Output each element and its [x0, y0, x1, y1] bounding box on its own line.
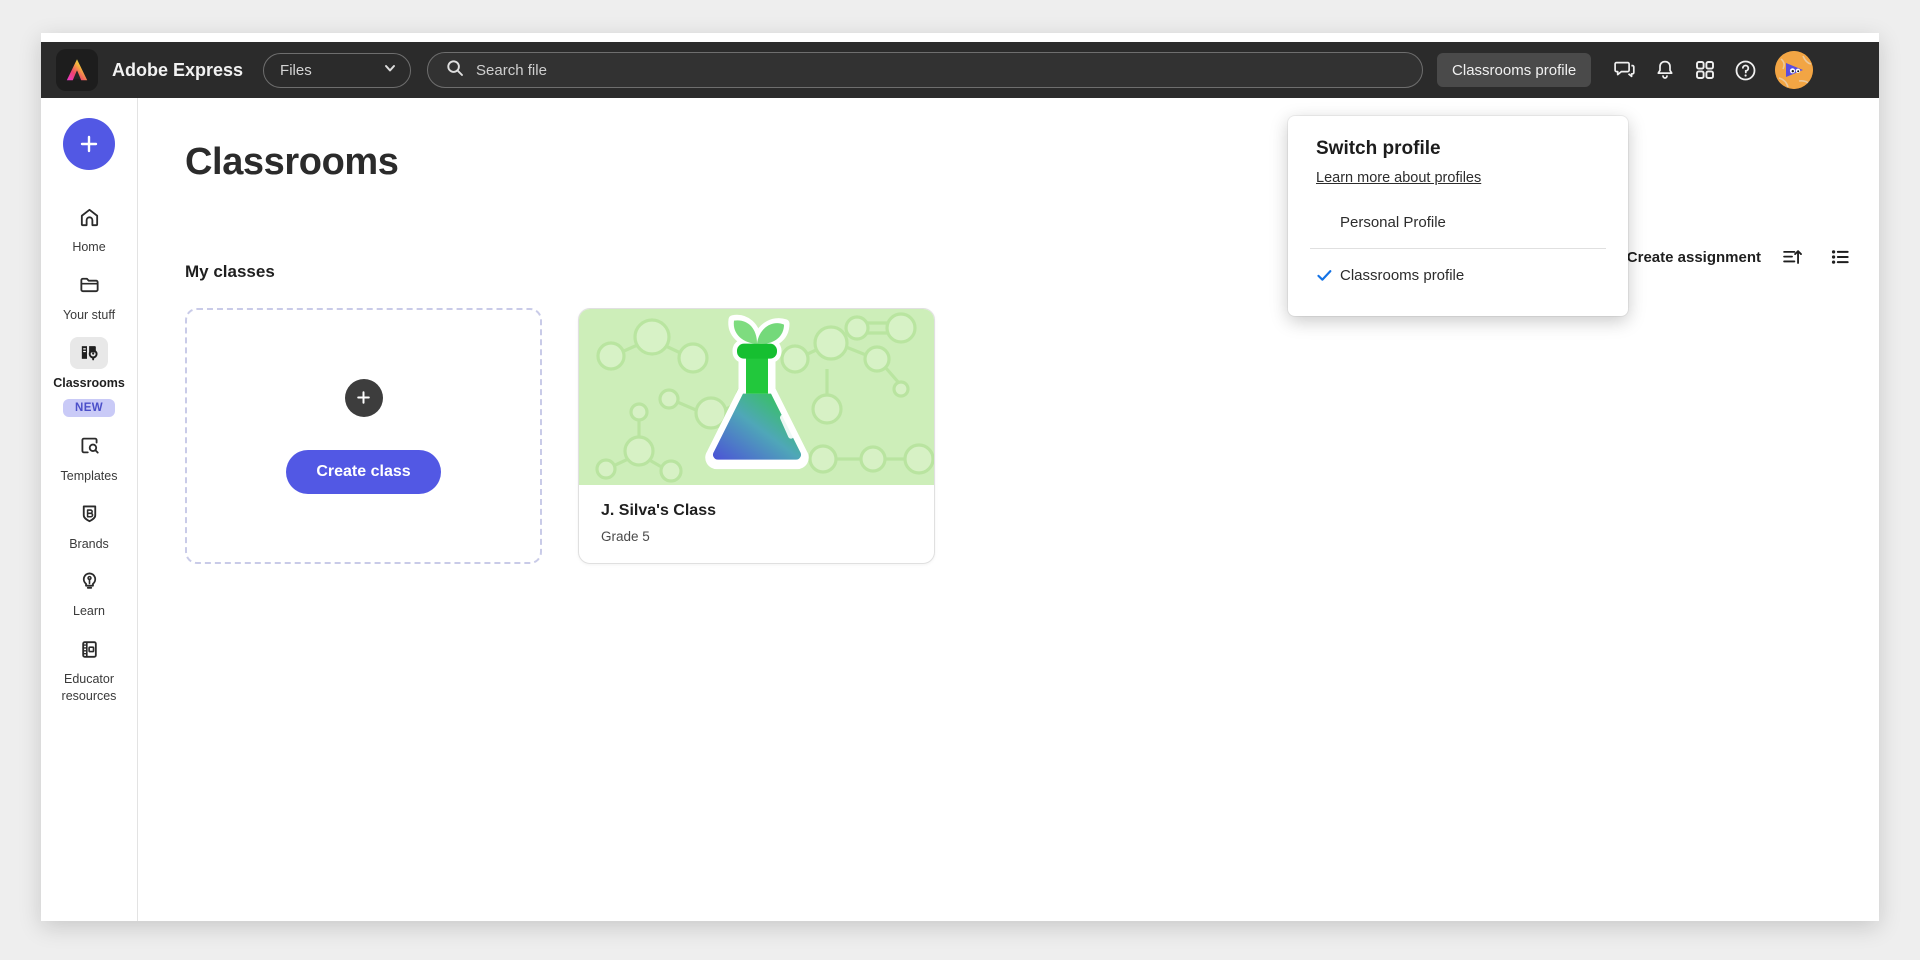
learn-more-about-profiles-link[interactable]: Learn more about profiles: [1316, 170, 1481, 186]
sidebar-item-your-stuff[interactable]: Your stuff: [43, 260, 135, 328]
class-card-meta: J. Silva's Class Grade 5: [579, 485, 934, 544]
lightbulb-icon: [70, 565, 108, 597]
sidebar-item-brands[interactable]: Brands: [43, 489, 135, 557]
sidebar-new-badge: NEW: [62, 398, 116, 417]
create-class-tile[interactable]: Create class: [185, 308, 542, 564]
class-grade: Grade 5: [601, 529, 650, 544]
templates-search-icon: [70, 430, 108, 462]
class-name: J. Silva's Class: [601, 502, 716, 519]
dropdown-title: Switch profile: [1316, 138, 1441, 159]
sidebar-item-educator-resources[interactable]: Educator resources: [43, 624, 135, 709]
brand-name: Adobe Express: [112, 59, 244, 80]
plus-icon: [344, 378, 383, 417]
sidebar-item-classrooms[interactable]: Classrooms NEW: [43, 328, 135, 421]
app-window: Adobe Express Files Classrooms profile: [41, 33, 1879, 921]
content-toolbar: Create assignment: [1627, 240, 1857, 274]
files-dropdown-value: Files: [280, 61, 312, 79]
profile-option-classrooms[interactable]: Classrooms profile: [1288, 254, 1628, 296]
home-icon: [70, 201, 108, 233]
class-thumbnail: [579, 309, 934, 485]
science-flask-plant-icon: [704, 314, 809, 470]
class-card[interactable]: J. Silva's Class Grade 5: [578, 308, 935, 564]
search-input[interactable]: [476, 61, 1405, 79]
top-bar: Adobe Express Files Classrooms profile: [41, 42, 1879, 98]
sidebar-item-label: Your stuff: [62, 307, 116, 322]
profile-switcher-button[interactable]: Classrooms profile: [1437, 53, 1592, 87]
sidebar-item-label: Classrooms: [53, 375, 125, 390]
search-bar[interactable]: [427, 52, 1424, 88]
bell-icon[interactable]: [1645, 50, 1685, 90]
topbar-actions: Classrooms profile: [1437, 50, 1814, 90]
sidebar-item-label: Brands: [69, 536, 109, 551]
sidebar-item-label: Templates: [60, 468, 118, 483]
notebook-icon: [70, 633, 108, 665]
brands-shield-icon: [70, 498, 108, 530]
profile-option-personal[interactable]: Personal Profile: [1288, 201, 1628, 243]
profile-option-label: Personal Profile: [1340, 213, 1446, 231]
classrooms-icon: [70, 336, 108, 369]
create-new-button[interactable]: [63, 118, 115, 170]
sidebar-item-home[interactable]: Home: [43, 192, 135, 260]
classes-grid: Create class J. Silva's Class Grade 5: [185, 308, 1879, 564]
help-icon[interactable]: [1725, 50, 1765, 90]
create-assignment-button[interactable]: Create assignment: [1627, 249, 1761, 266]
sort-ascending-icon[interactable]: [1775, 240, 1809, 274]
adobe-express-logo-icon[interactable]: [56, 49, 98, 91]
window-top-strip: [41, 33, 1879, 42]
sidebar-item-label: Educator resources: [61, 672, 117, 704]
chevron-down-icon: [383, 61, 397, 80]
check-icon: [1316, 267, 1340, 284]
apps-grid-icon[interactable]: [1685, 50, 1725, 90]
sidebar-item-label: Home: [72, 240, 106, 254]
create-class-button[interactable]: Create class: [286, 449, 441, 494]
sidebar-item-label: Learn: [73, 604, 105, 619]
profile-option-label: Classrooms profile: [1340, 266, 1465, 284]
dropdown-divider: [1310, 248, 1606, 249]
sidebar-item-templates[interactable]: Templates: [43, 421, 135, 489]
search-icon: [446, 59, 464, 82]
list-view-icon[interactable]: [1823, 240, 1857, 274]
switch-profile-dropdown: Switch profile Learn more about profiles…: [1288, 116, 1628, 316]
chat-icon[interactable]: [1605, 50, 1645, 90]
sidebar-item-learn[interactable]: Learn: [43, 556, 135, 624]
plus-icon: [80, 135, 98, 153]
avatar[interactable]: [1775, 51, 1814, 89]
folder-icon: [70, 269, 108, 301]
sidebar: Home Your stuff Classrooms NEW Templates…: [41, 98, 138, 921]
files-dropdown[interactable]: Files: [263, 52, 412, 88]
